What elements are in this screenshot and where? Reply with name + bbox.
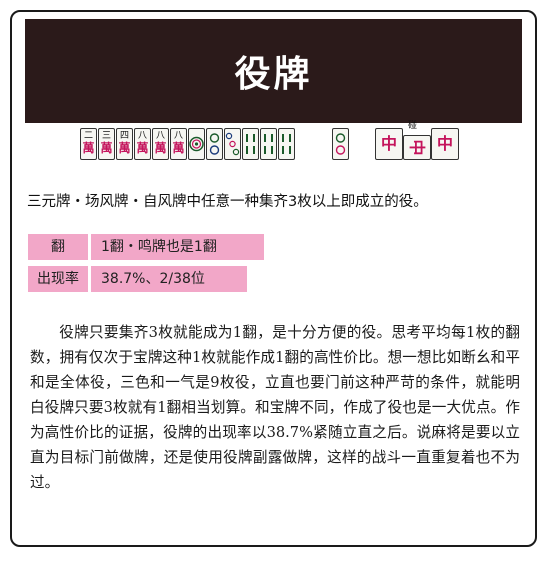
- mahjong-pin-tile-icon: [332, 128, 349, 160]
- tile-hand: 二 萬 三 萬 四 萬 八 萬 八 萬 八 萬 碰 中 中 中: [70, 118, 470, 168]
- page-title: 役牌: [234, 54, 313, 95]
- mahjong-pin-tile-icon: [206, 128, 223, 160]
- tile-number: 四: [119, 131, 129, 141]
- mahjong-chun-tile-icon: 中: [375, 128, 403, 160]
- chun-glyph: 中: [380, 134, 397, 153]
- mahjong-man-tile-icon: 四 萬: [116, 128, 133, 160]
- tile-suit: 萬: [172, 141, 185, 155]
- tile-number: 八: [155, 131, 165, 141]
- rate-value: 38.7%、2/38位: [91, 266, 247, 292]
- han-row: 翻 1翻・鸣牌也是1翻: [28, 234, 264, 260]
- mahjong-man-tile-icon: 八 萬: [170, 128, 187, 160]
- mahjong-man-tile-icon: 八 萬: [134, 128, 151, 160]
- rate-label: 出现率: [28, 266, 88, 292]
- mahjong-sou-tile-icon: [260, 128, 277, 160]
- mahjong-chun-tile-icon: 中: [403, 135, 431, 160]
- rate-row: 出现率 38.7%、2/38位: [28, 266, 247, 292]
- tile-number: 八: [173, 131, 183, 141]
- tile-number: 二: [83, 131, 93, 141]
- mahjong-pin-tile-icon: [224, 128, 241, 160]
- mahjong-chun-tile-icon: 中: [431, 128, 459, 160]
- han-label: 翻: [28, 234, 88, 260]
- tile-suit: 萬: [82, 141, 95, 155]
- title-banner: 役牌: [25, 19, 522, 123]
- tile-suit: 萬: [154, 141, 167, 155]
- mahjong-man-tile-icon: 三 萬: [98, 128, 115, 160]
- body-paragraph: 役牌只要集齐3枚就能成为1翻，是十分方便的役。思考平均每1枚的翻数，拥有仅次于宝…: [30, 324, 520, 491]
- tile-number: 三: [101, 131, 111, 141]
- mahjong-man-tile-icon: 二 萬: [80, 128, 97, 160]
- tile-suit: 萬: [100, 141, 113, 155]
- chun-glyph: 中: [407, 139, 427, 156]
- mahjong-man-tile-icon: 八 萬: [152, 128, 169, 160]
- tile-number: 八: [137, 131, 147, 141]
- pon-label: 碰: [408, 121, 418, 131]
- tile-suit: 萬: [136, 141, 149, 155]
- tile-suit: 萬: [118, 141, 131, 155]
- yaku-summary: 三元牌・场风牌・自风牌中任意一种集齐3枚以上即成立的役。: [27, 194, 428, 210]
- mahjong-sou-tile-icon: [278, 128, 295, 160]
- chun-glyph: 中: [436, 134, 453, 153]
- mahjong-sou-tile-icon: [242, 128, 259, 160]
- mahjong-pin-tile-icon: [188, 128, 205, 160]
- han-value: 1翻・鸣牌也是1翻: [91, 234, 264, 260]
